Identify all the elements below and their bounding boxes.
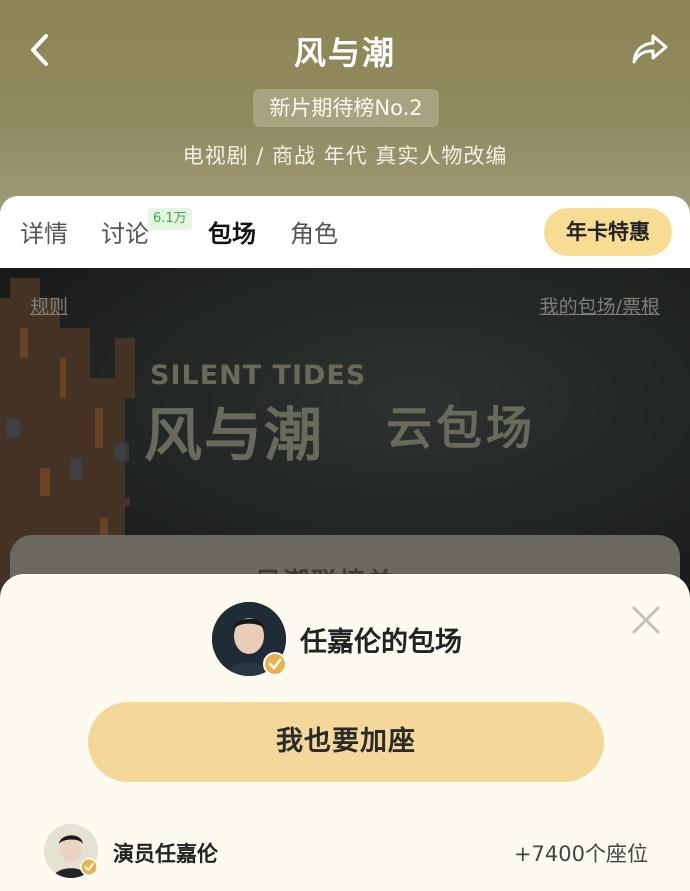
verified-badge-icon xyxy=(263,652,287,676)
banner-subtitle: 云包场 xyxy=(386,401,536,455)
tab-screening[interactable]: 包场 xyxy=(208,214,256,249)
sheet-title: 任嘉伦的包场 xyxy=(300,627,462,658)
page-title: 风与潮 xyxy=(293,34,396,72)
tab-discussion[interactable]: 讨论 xyxy=(101,214,149,249)
share-icon xyxy=(632,34,668,64)
genre-tags: 电视剧 / 商战 年代 真实人物改编 xyxy=(182,144,508,168)
tab-details[interactable]: 详情 xyxy=(20,214,68,249)
close-button[interactable] xyxy=(628,602,664,638)
tab-roles[interactable]: 角色 xyxy=(290,214,338,249)
my-screenings-link[interactable]: 我的包场/票根 xyxy=(540,292,660,319)
rules-link[interactable]: 规则 xyxy=(30,292,68,319)
join-seat-button[interactable]: 我也要加座 xyxy=(88,702,604,782)
annual-offer-button[interactable]: 年卡特惠 xyxy=(544,208,672,256)
verified-badge-icon xyxy=(80,858,98,876)
banner-title: 风与潮 xyxy=(144,401,325,469)
rank-badge[interactable]: 新片期待榜No.2 xyxy=(253,89,439,127)
supporter-name[interactable]: 演员任嘉伦 xyxy=(113,838,218,868)
share-button[interactable] xyxy=(628,26,672,72)
english-title: SILENT TIDES xyxy=(150,360,367,391)
discussion-count-badge: 6.1万 xyxy=(148,208,192,230)
close-icon xyxy=(632,606,660,634)
seat-count: +7400个座位 xyxy=(513,842,648,866)
